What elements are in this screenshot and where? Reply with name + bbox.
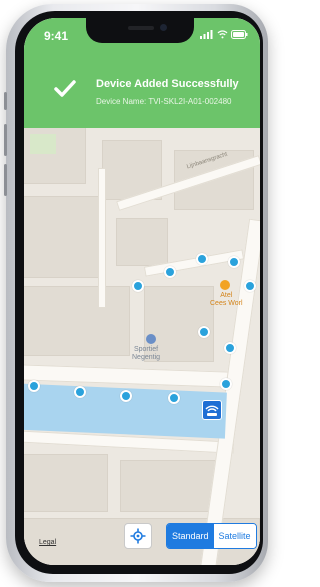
map-type-segmented-control: Standard Satellite <box>166 523 257 549</box>
phone-bezel: Lijnbaansgracht Atel Cees Worl Sportief … <box>15 11 263 574</box>
map-block <box>24 124 86 184</box>
poi-cafe-label: Atel Cees Worl <box>210 292 243 307</box>
route-point <box>244 280 256 292</box>
phone-notch <box>86 18 194 43</box>
status-time: 9:41 <box>44 29 69 43</box>
status-bar: 9:41 <box>24 18 260 45</box>
route-point <box>198 326 210 338</box>
route-point <box>168 392 180 404</box>
phone-volume-down <box>4 164 7 196</box>
locate-icon <box>130 528 146 544</box>
route-point <box>228 256 240 268</box>
front-camera <box>160 24 167 31</box>
map-block <box>120 460 216 512</box>
banner-subtitle: Device Name: TVI-SKL2I-A01-002480 <box>96 97 232 106</box>
phone-side-button <box>4 92 7 110</box>
signal-icon <box>200 30 213 39</box>
wifi-icon <box>217 30 228 39</box>
device-marker[interactable] <box>202 400 222 420</box>
route-point <box>220 378 232 390</box>
success-banner[interactable]: 9:41 Device Added Successfully Device Na… <box>24 18 260 128</box>
route-point <box>74 386 86 398</box>
route-point <box>224 342 236 354</box>
cafe-pin-icon[interactable] <box>220 280 230 290</box>
map-park <box>30 134 56 154</box>
status-icons <box>200 30 248 39</box>
map-road <box>98 168 106 308</box>
route-point <box>132 280 144 292</box>
map-block <box>24 196 100 278</box>
map-block <box>116 218 168 266</box>
locate-button[interactable] <box>124 523 152 549</box>
device-icon <box>205 405 219 416</box>
satellite-map-button[interactable]: Satellite <box>213 524 256 548</box>
banner-title: Device Added Successfully <box>96 78 239 90</box>
map-block <box>24 286 130 356</box>
phone-volume-up <box>4 124 7 156</box>
poi-sport-label: Sportief Negentig <box>132 346 161 361</box>
legal-link[interactable]: Legal <box>39 539 56 546</box>
check-icon <box>54 80 76 97</box>
route-point <box>120 390 132 402</box>
route-point <box>164 266 176 278</box>
route-point <box>28 380 40 392</box>
battery-icon <box>231 30 248 39</box>
phone-screen: Lijnbaansgracht Atel Cees Worl Sportief … <box>24 18 260 565</box>
phone-frame: Lijnbaansgracht Atel Cees Worl Sportief … <box>4 4 268 582</box>
speaker-grille <box>128 26 154 30</box>
map-block <box>24 454 108 512</box>
route-point <box>196 253 208 265</box>
sport-pin-icon[interactable] <box>146 334 156 344</box>
standard-map-button[interactable]: Standard <box>167 524 214 548</box>
